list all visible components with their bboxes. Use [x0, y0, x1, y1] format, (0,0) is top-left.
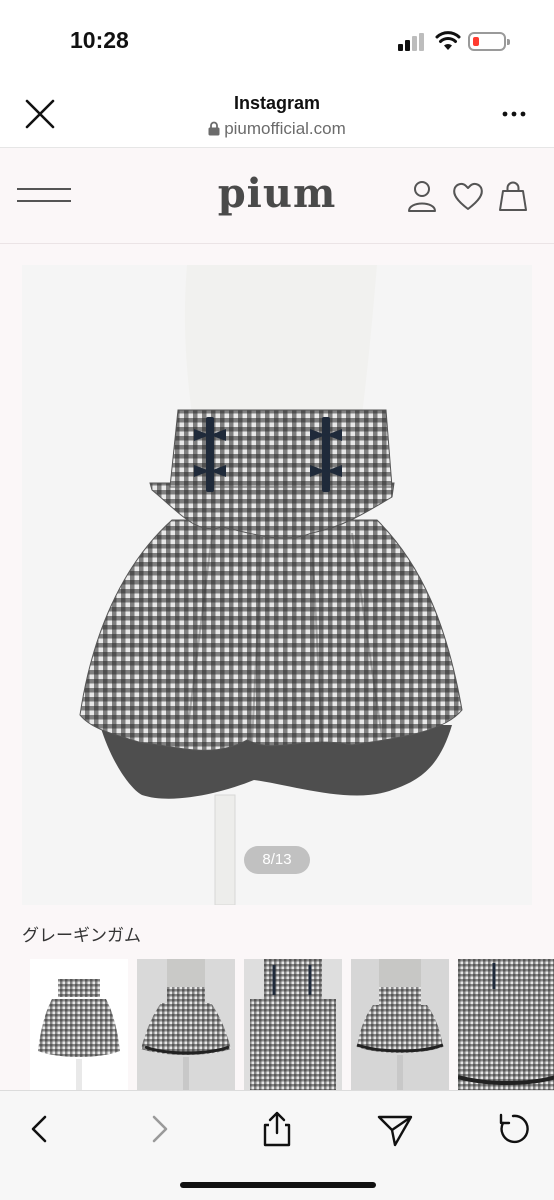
reload-button[interactable] [494, 1109, 534, 1149]
reload-icon [499, 1113, 529, 1144]
color-name-label: グレーギンガム [22, 926, 141, 946]
url-display[interactable]: piumofficial.com [0, 119, 554, 141]
thumbnail-3[interactable] [244, 959, 342, 1090]
header-title: Instagram [233, 93, 321, 113]
website-content: pium 8/13 グレーギンガム [0, 148, 554, 1090]
site-navigation: pium [0, 148, 554, 244]
status-time: 10:28 [70, 27, 129, 53]
thumbnail-1[interactable] [30, 959, 128, 1090]
status-bar: 10:28 [0, 0, 554, 80]
forward-button[interactable] [139, 1109, 179, 1149]
cellular-signal-icon [398, 33, 426, 51]
home-indicator [180, 1182, 376, 1188]
heart-icon[interactable] [452, 178, 484, 214]
product-main-image[interactable] [22, 265, 532, 905]
chevron-right-icon [152, 1115, 168, 1143]
more-dots-icon [502, 111, 526, 117]
image-counter: 8/13 [244, 846, 310, 874]
lock-icon [208, 121, 220, 141]
battery-low-icon [468, 32, 510, 51]
share-button[interactable] [257, 1109, 297, 1149]
thumbnail-5[interactable] [458, 959, 554, 1090]
browser-header: Instagram piumofficial.com [0, 80, 554, 148]
user-icon[interactable] [406, 178, 438, 214]
thumbnail-strip [30, 959, 554, 1090]
share-icon [263, 1111, 291, 1147]
thumbnail-2[interactable] [137, 959, 235, 1090]
wifi-icon [435, 30, 461, 52]
back-button[interactable] [20, 1109, 60, 1149]
shopping-bag-icon[interactable] [497, 178, 529, 214]
more-options-button[interactable] [496, 100, 532, 128]
url-text: piumofficial.com [224, 119, 346, 138]
send-button[interactable] [375, 1109, 415, 1149]
send-icon [377, 1115, 413, 1147]
chevron-left-icon [31, 1115, 47, 1143]
thumbnail-4[interactable] [351, 959, 449, 1090]
